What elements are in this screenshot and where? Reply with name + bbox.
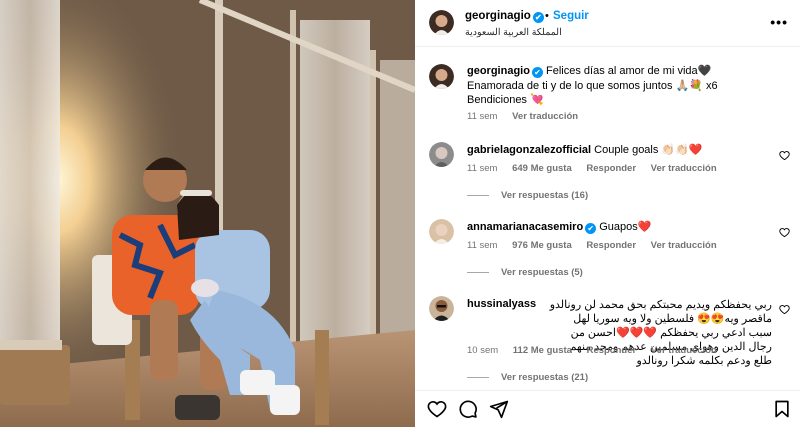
post-header: georginagio ✔ • Seguir المملكة العربية ال… [415, 0, 800, 47]
comment-like-heart-icon[interactable] [779, 227, 790, 238]
verified-badge-icon: ✔ [585, 223, 597, 234]
view-replies-label[interactable]: Ver respuestas (21) [501, 372, 588, 383]
follow-button[interactable]: Seguir [553, 10, 589, 22]
header-separator: • [545, 10, 549, 22]
author-avatar[interactable] [429, 10, 454, 35]
replies-divider [467, 194, 489, 196]
comment-reply-button[interactable]: Responder [586, 240, 636, 251]
comment-like-heart-icon[interactable] [779, 150, 790, 161]
avatar-image [429, 64, 454, 89]
comment-like-heart-icon[interactable] [779, 304, 790, 315]
post-action-bar [415, 390, 800, 427]
caption-body: georginagio ✔ Felices días al amor de mi … [467, 64, 767, 108]
comment-time[interactable]: 11 sem [467, 163, 497, 174]
author-username[interactable]: georginagio ✔ [465, 10, 544, 23]
avatar-image [429, 142, 454, 167]
post-location[interactable]: المملكة العربية السعودية [465, 27, 562, 38]
comment-time[interactable]: 10 sem [467, 345, 498, 356]
replies-divider [467, 271, 489, 273]
post-details-panel: georginagio ✔ • Seguir المملكة العربية ال… [415, 0, 800, 427]
comment-reply-button[interactable]: Responder [586, 163, 636, 174]
caption-time[interactable]: 11 sem [467, 111, 497, 122]
comment-meta: 10 sem 112 Me gusta Responder Ver traduc… [467, 345, 729, 356]
bookmark-icon[interactable] [772, 399, 792, 419]
caption-author-avatar[interactable] [429, 64, 454, 89]
comment-likes[interactable]: 976 Me gusta [512, 240, 572, 251]
verified-badge-icon: ✔ [531, 67, 543, 78]
view-replies-button[interactable]: Ver respuestas (21) [467, 372, 588, 383]
caption-meta: 11 sem Ver traducción [467, 111, 590, 122]
view-replies-button[interactable]: Ver respuestas (5) [467, 267, 583, 278]
comment-body: hussinalyass ربي يحفظكم ويديم محبتكم بحق… [467, 297, 772, 368]
comment-likes[interactable]: 649 Me gusta [512, 163, 572, 174]
heart-icon[interactable] [427, 399, 447, 419]
comment-translate-link[interactable]: Ver traducción [651, 240, 717, 251]
view-replies-button[interactable]: Ver respuestas (16) [467, 190, 588, 201]
avatar-image [429, 10, 454, 35]
verified-badge-icon: ✔ [532, 12, 544, 23]
commenter-avatar[interactable] [429, 219, 454, 244]
commenter-avatar[interactable] [429, 296, 454, 321]
share-icon[interactable] [489, 399, 509, 419]
comment-meta: 11 sem 649 Me gusta Responder Ver traduc… [467, 163, 729, 174]
commenter-username[interactable]: annamarianacasemiro [467, 221, 583, 233]
comment-time[interactable]: 11 sem [467, 240, 497, 251]
comment-translate-link[interactable]: Ver traducción [651, 163, 717, 174]
view-replies-label[interactable]: Ver respuestas (16) [501, 190, 588, 201]
comment-translate-link[interactable]: Ver traducción [651, 345, 717, 356]
comment-body: gabrielagonzalezofficial Couple goals 👏🏻… [467, 143, 767, 158]
comment-likes[interactable]: 112 Me gusta [513, 345, 572, 356]
avatar-image [429, 296, 454, 321]
comment-meta: 11 sem 976 Me gusta Responder Ver traduc… [467, 240, 729, 251]
commenter-username[interactable]: hussinalyass [467, 298, 536, 310]
view-replies-label[interactable]: Ver respuestas (5) [501, 267, 583, 278]
post-photo-illustration [0, 0, 415, 427]
comment-text: Couple goals 👏🏻👏🏻❤️ [594, 144, 703, 156]
caption-username[interactable]: georginagio [467, 65, 530, 77]
replies-divider [467, 376, 489, 378]
caption-translate-link[interactable]: Ver traducción [512, 111, 578, 122]
comment-icon[interactable] [458, 399, 478, 419]
author-username-text[interactable]: georginagio [465, 10, 531, 22]
comment-text: Guapos❤️ [599, 221, 652, 233]
comment-body: annamarianacasemiro ✔ Guapos❤️ [467, 220, 767, 235]
commenter-avatar[interactable] [429, 142, 454, 167]
comment-reply-button[interactable]: Responder [587, 345, 637, 356]
post-photo[interactable] [0, 0, 415, 427]
more-horizontal-icon[interactable]: ••• [770, 14, 788, 30]
avatar-image [429, 219, 454, 244]
commenter-username[interactable]: gabrielagonzalezofficial [467, 144, 591, 156]
